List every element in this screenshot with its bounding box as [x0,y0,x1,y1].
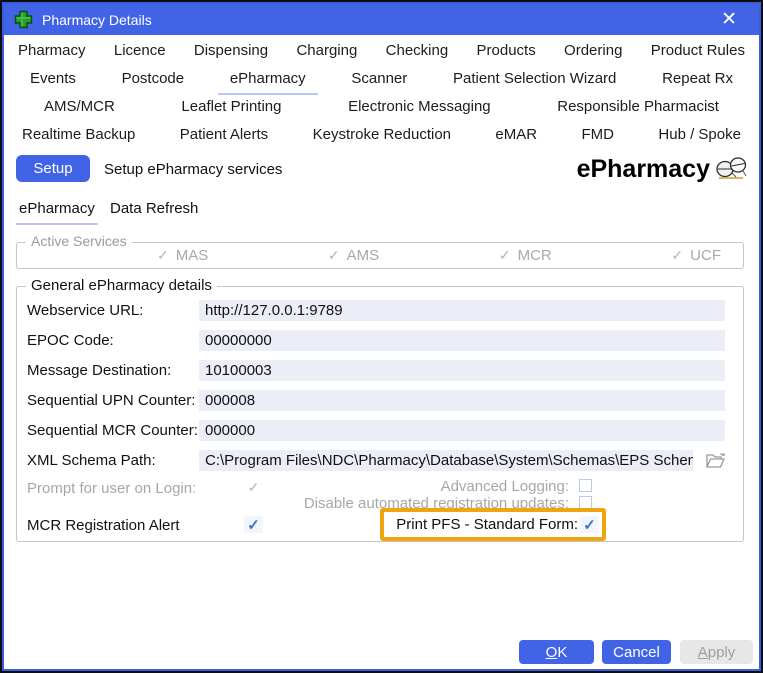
epoc-code-field[interactable]: 00000000 [199,330,725,351]
tab-charging[interactable]: Charging [296,42,357,59]
epoc-code-label: EPOC Code: [27,330,114,351]
tab-leaflet-printing[interactable]: Leaflet Printing [181,98,281,115]
ok-button[interactable]: OK [519,640,594,664]
tab-electronic-messaging[interactable]: Electronic Messaging [348,98,491,115]
cancel-button[interactable]: Cancel [602,640,671,664]
service-mcr: ✓ MCR [499,247,552,264]
tab-licence[interactable]: Licence [114,42,166,59]
prompt-login-label: Prompt for user on Login: [27,478,196,499]
close-icon[interactable]: ✕ [709,10,749,29]
message-destination-label: Message Destination: [27,360,171,381]
subtab-data-refresh[interactable]: Data Refresh [110,200,198,217]
tab-emar[interactable]: eMAR [495,126,537,143]
check-icon: ✓ [671,247,683,264]
tab-ordering[interactable]: Ordering [564,42,622,59]
tab-fmd[interactable]: FMD [582,126,615,143]
tab-patient-selection-wizard[interactable]: Patient Selection Wizard [453,70,616,87]
active-services-groupbox: Active Services ✓ MAS ✓ AMS ✓ MCR ✓ UCF [16,242,744,269]
tab-responsible-pharmacist[interactable]: Responsible Pharmacist [557,98,719,115]
mcr-registration-alert-label: MCR Registration Alert [27,515,180,536]
pills-icon [713,156,749,184]
title-bar: Pharmacy Details ✕ [4,4,759,35]
tab-postcode[interactable]: Postcode [122,70,185,87]
advanced-logging-checkbox[interactable] [579,479,592,492]
print-pfs-highlight-annotation: Print PFS - Standard Form: ✓ [380,508,606,541]
active-services-legend: Active Services [26,233,132,249]
advanced-logging-label: Advanced Logging: [441,478,569,495]
epharmacy-logo: ePharmacy [577,155,749,184]
tab-row-3: AMS/MCR Leaflet Printing Electronic Mess… [6,93,757,119]
epharmacy-logo-text: ePharmacy [577,155,710,184]
tab-repeat-rx[interactable]: Repeat Rx [662,70,733,87]
sequential-upn-counter-label: Sequential UPN Counter: [27,390,195,411]
tab-keystroke-reduction[interactable]: Keystroke Reduction [313,126,451,143]
service-mcr-label: MCR [518,247,552,264]
tab-row-4: Realtime Backup Patient Alerts Keystroke… [6,121,757,147]
sequential-mcr-counter-label: Sequential MCR Counter: [27,420,198,441]
apply-button[interactable]: Apply [680,640,753,664]
service-ams: ✓ AMS [328,247,379,264]
tab-realtime-backup[interactable]: Realtime Backup [22,126,135,143]
tab-checking[interactable]: Checking [386,42,449,59]
tab-patient-alerts[interactable]: Patient Alerts [180,126,268,143]
tab-hub-spoke[interactable]: Hub / Spoke [658,126,741,143]
browse-folder-icon[interactable] [703,448,729,472]
pharmacy-details-dialog: Pharmacy Details ✕ Pharmacy Licence Disp… [0,0,763,673]
tab-row-1: Pharmacy Licence Dispensing Charging Che… [6,37,757,63]
general-details-groupbox: General ePharmacy details Webservice URL… [16,286,744,542]
service-mas: ✓ MAS [157,247,208,264]
webservice-url-label: Webservice URL: [27,300,143,321]
tab-ams-mcr[interactable]: AMS/MCR [44,98,115,115]
green-cross-icon [14,10,33,29]
webservice-url-field[interactable]: http://127.0.0.1:9789 [199,300,725,321]
subtab-epharmacy[interactable]: ePharmacy [16,200,98,225]
print-pfs-label: Print PFS - Standard Form: [396,516,578,533]
check-icon: ✓ [157,247,169,264]
tab-row-2: Events Postcode ePharmacy Scanner Patien… [6,65,757,91]
apply-button-label: A [698,644,708,661]
prompt-login-checkbox[interactable]: ✓ [244,479,263,496]
tab-products[interactable]: Products [477,42,536,59]
tab-dispensing[interactable]: Dispensing [194,42,268,59]
tab-pharmacy[interactable]: Pharmacy [18,42,86,59]
message-destination-field[interactable]: 10100003 [199,360,725,381]
service-mas-label: MAS [176,247,209,264]
check-icon: ✓ [583,516,596,534]
sequential-upn-counter-field[interactable]: 000008 [199,390,725,411]
sequential-mcr-counter-field[interactable]: 000000 [199,420,725,441]
tab-scanner[interactable]: Scanner [351,70,407,87]
xml-schema-path-field[interactable]: C:\Program Files\NDC\Pharmacy\Database\S… [199,450,693,471]
mcr-registration-alert-checkbox[interactable]: ✓ [244,516,263,533]
tab-product-rules[interactable]: Product Rules [651,42,745,59]
print-pfs-checkbox[interactable]: ✓ [580,516,599,533]
general-details-legend: General ePharmacy details [26,277,217,294]
check-icon: ✓ [328,247,340,264]
cancel-button-label: Cancel [613,644,660,661]
ok-button-label: O [546,644,558,661]
service-ucf: ✓ UCF [671,247,721,264]
check-icon: ✓ [499,247,511,264]
check-icon: ✓ [247,516,260,534]
window-title: Pharmacy Details [42,12,152,28]
tab-events[interactable]: Events [30,70,76,87]
tab-epharmacy[interactable]: ePharmacy [230,70,306,87]
service-ams-label: AMS [347,247,380,264]
service-ucf-label: UCF [690,247,721,264]
setup-button[interactable]: Setup [16,155,90,182]
setup-description: Setup ePharmacy services [104,161,282,178]
xml-schema-path-label: XML Schema Path: [27,450,156,471]
